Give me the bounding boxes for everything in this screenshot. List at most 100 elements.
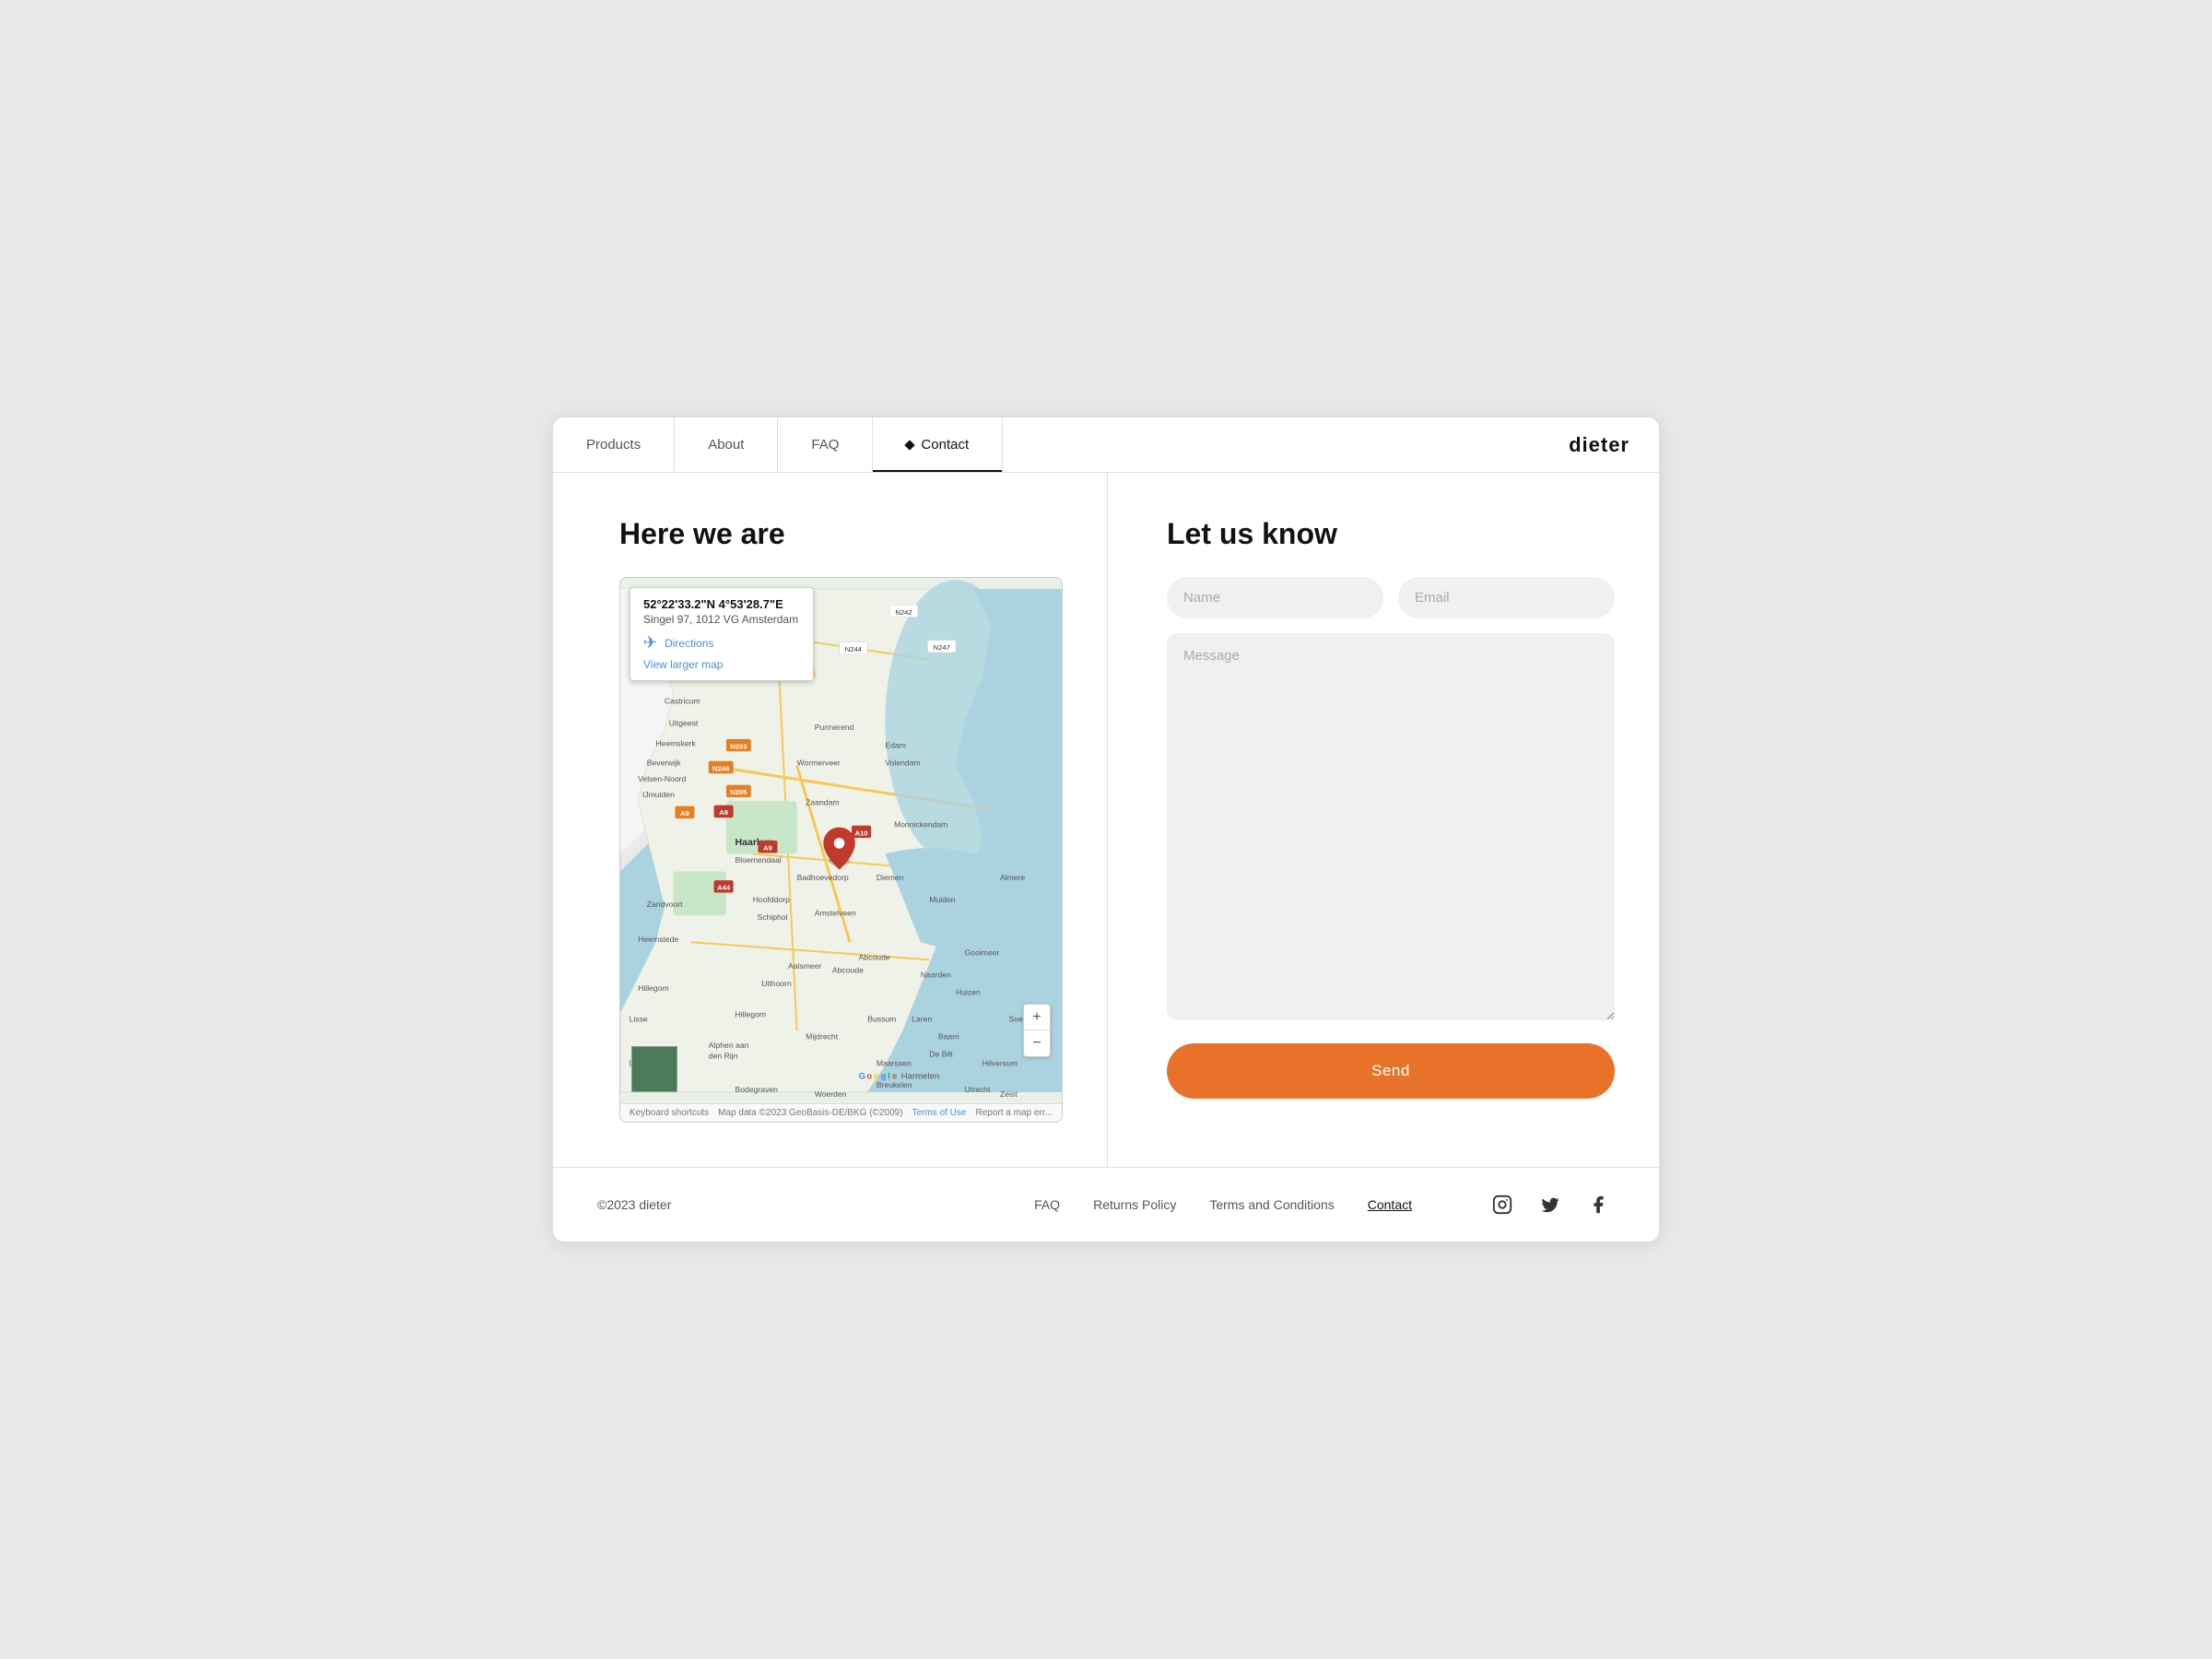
footer-link-returns[interactable]: Returns Policy <box>1093 1197 1176 1212</box>
svg-text:Edam: Edam <box>885 740 906 749</box>
form-section-title: Let us know <box>1167 517 1615 551</box>
nav-label-about: About <box>708 437 744 453</box>
svg-text:Hillegom: Hillegom <box>735 1010 767 1019</box>
svg-text:Bloemendaal: Bloemendaal <box>735 855 782 865</box>
map-terms-link[interactable]: Terms of Use <box>912 1108 967 1118</box>
svg-text:Hilversum: Hilversum <box>982 1058 1018 1067</box>
form-top-row <box>1167 577 1615 618</box>
svg-text:Schiphol: Schiphol <box>757 912 787 922</box>
brand-logo: dieter <box>1539 418 1659 472</box>
svg-text:Alphen aan: Alphen aan <box>709 1041 749 1050</box>
svg-text:IJmuiden: IJmuiden <box>642 790 675 799</box>
svg-text:e: e <box>892 1072 897 1082</box>
nav-label-products: Products <box>586 437 641 453</box>
diamond-icon <box>905 440 915 450</box>
footer-link-contact[interactable]: Contact <box>1368 1197 1412 1212</box>
map-container: 52°22'33.2"N 4°53'28.7"E Singel 97, 1012… <box>619 577 1063 1123</box>
svg-text:Gooimeer: Gooimeer <box>965 948 1000 958</box>
map-footer: Keyboard shortcuts Map data ©2023 GeoBas… <box>620 1103 1062 1122</box>
svg-text:N247: N247 <box>934 643 950 652</box>
svg-text:Abcoude: Abcoude <box>859 952 890 961</box>
message-textarea[interactable] <box>1167 633 1615 1020</box>
svg-text:Purmerend: Purmerend <box>815 723 854 732</box>
svg-text:o: o <box>866 1072 872 1082</box>
map-popup: 52°22'33.2"N 4°53'28.7"E Singel 97, 1012… <box>629 587 814 681</box>
email-input[interactable] <box>1398 577 1615 618</box>
svg-text:l: l <box>888 1072 890 1082</box>
svg-text:Beverwijk: Beverwijk <box>647 759 682 768</box>
zoom-out-button[interactable]: − <box>1024 1030 1050 1056</box>
footer: ©2023 dieter FAQ Returns Policy Terms an… <box>553 1167 1659 1241</box>
name-input[interactable] <box>1167 577 1383 618</box>
map-section-title: Here we are <box>619 517 1063 551</box>
svg-text:Bussum: Bussum <box>867 1014 896 1023</box>
footer-links: FAQ Returns Policy Terms and Conditions … <box>1034 1197 1412 1212</box>
map-report-label: Report a map err... <box>975 1108 1052 1118</box>
send-button[interactable]: Send <box>1167 1043 1615 1099</box>
svg-text:Wormerveer: Wormerveer <box>797 759 841 768</box>
svg-text:Heemskerk: Heemskerk <box>655 738 696 747</box>
zoom-in-button[interactable]: + <box>1024 1005 1050 1030</box>
svg-text:Almere: Almere <box>1000 873 1025 882</box>
svg-text:Diemen: Diemen <box>877 873 904 882</box>
svg-text:Castricum: Castricum <box>665 697 700 706</box>
nav-item-contact[interactable]: Contact <box>873 418 1003 472</box>
facebook-icon[interactable] <box>1582 1188 1615 1221</box>
svg-text:G: G <box>859 1072 865 1082</box>
map-data-label: Map data ©2023 GeoBasis-DE/BKG (©2009) <box>718 1108 902 1118</box>
svg-text:Zeist: Zeist <box>1000 1089 1018 1099</box>
svg-text:Heemstede: Heemstede <box>638 935 678 944</box>
svg-text:N205: N205 <box>730 788 747 796</box>
svg-text:A10: A10 <box>855 829 868 837</box>
twitter-icon[interactable] <box>1534 1188 1567 1221</box>
footer-link-faq[interactable]: FAQ <box>1034 1197 1060 1212</box>
svg-text:N244: N244 <box>845 645 863 653</box>
svg-text:Hillegom: Hillegom <box>638 983 669 993</box>
directions-icon: ✈ <box>643 633 657 653</box>
svg-text:Harmelen: Harmelen <box>901 1072 940 1082</box>
map-address: Singel 97, 1012 VG Amsterdam <box>643 613 800 626</box>
svg-text:N203: N203 <box>730 742 747 750</box>
svg-text:Uithoorn: Uithoorn <box>761 979 792 988</box>
map-thumbnail <box>631 1046 677 1092</box>
nav-item-faq[interactable]: FAQ <box>778 418 873 472</box>
svg-text:A9: A9 <box>680 809 689 818</box>
svg-text:Breukelen: Breukelen <box>877 1080 912 1089</box>
svg-text:Utrecht: Utrecht <box>965 1085 991 1094</box>
svg-text:Zaandam: Zaandam <box>806 798 839 807</box>
right-panel: Let us know Send <box>1108 473 1659 1167</box>
svg-text:Volendam: Volendam <box>885 759 920 768</box>
svg-text:A44: A44 <box>717 884 731 892</box>
svg-text:Amstelveen: Amstelveen <box>815 908 856 917</box>
svg-text:Hoofddorp: Hoofddorp <box>753 895 790 904</box>
left-panel: Here we are 52°22'33.2"N 4°53'28.7"E Sin… <box>553 473 1108 1167</box>
svg-text:Bodegraven: Bodegraven <box>735 1085 779 1094</box>
app-window: Products About FAQ Contact dieter Here w… <box>553 418 1659 1241</box>
footer-link-terms[interactable]: Terms and Conditions <box>1209 1197 1334 1212</box>
navbar: Products About FAQ Contact dieter <box>553 418 1659 473</box>
svg-text:g: g <box>881 1072 887 1082</box>
svg-text:Badhoevedorp: Badhoevedorp <box>797 873 849 882</box>
map-keyboard-label: Keyboard shortcuts <box>629 1108 709 1118</box>
svg-text:Laren: Laren <box>912 1014 932 1023</box>
nav-label-contact: Contact <box>921 437 969 453</box>
svg-text:Mijdrecht: Mijdrecht <box>806 1032 839 1041</box>
svg-text:Baarn: Baarn <box>938 1032 959 1041</box>
instagram-icon[interactable] <box>1486 1188 1519 1221</box>
svg-text:N242: N242 <box>895 608 912 617</box>
view-larger-map-link[interactable]: View larger map <box>643 658 800 671</box>
svg-text:Lisse: Lisse <box>629 1014 648 1023</box>
map-coords: 52°22'33.2"N 4°53'28.7"E <box>643 597 800 611</box>
directions-link[interactable]: Directions <box>665 637 713 650</box>
svg-text:Aalsmeer: Aalsmeer <box>788 961 821 971</box>
svg-text:N246: N246 <box>712 764 729 772</box>
nav-item-products[interactable]: Products <box>553 418 675 472</box>
svg-text:Woerden: Woerden <box>815 1089 847 1099</box>
svg-text:Uitgeest: Uitgeest <box>669 718 699 727</box>
svg-text:A9: A9 <box>763 844 772 853</box>
nav-item-about[interactable]: About <box>675 418 778 472</box>
footer-copyright: ©2023 dieter <box>597 1197 671 1212</box>
svg-text:Velsen-Noord: Velsen-Noord <box>638 774 686 783</box>
svg-text:Huizen: Huizen <box>956 988 981 997</box>
svg-text:o: o <box>874 1072 879 1082</box>
